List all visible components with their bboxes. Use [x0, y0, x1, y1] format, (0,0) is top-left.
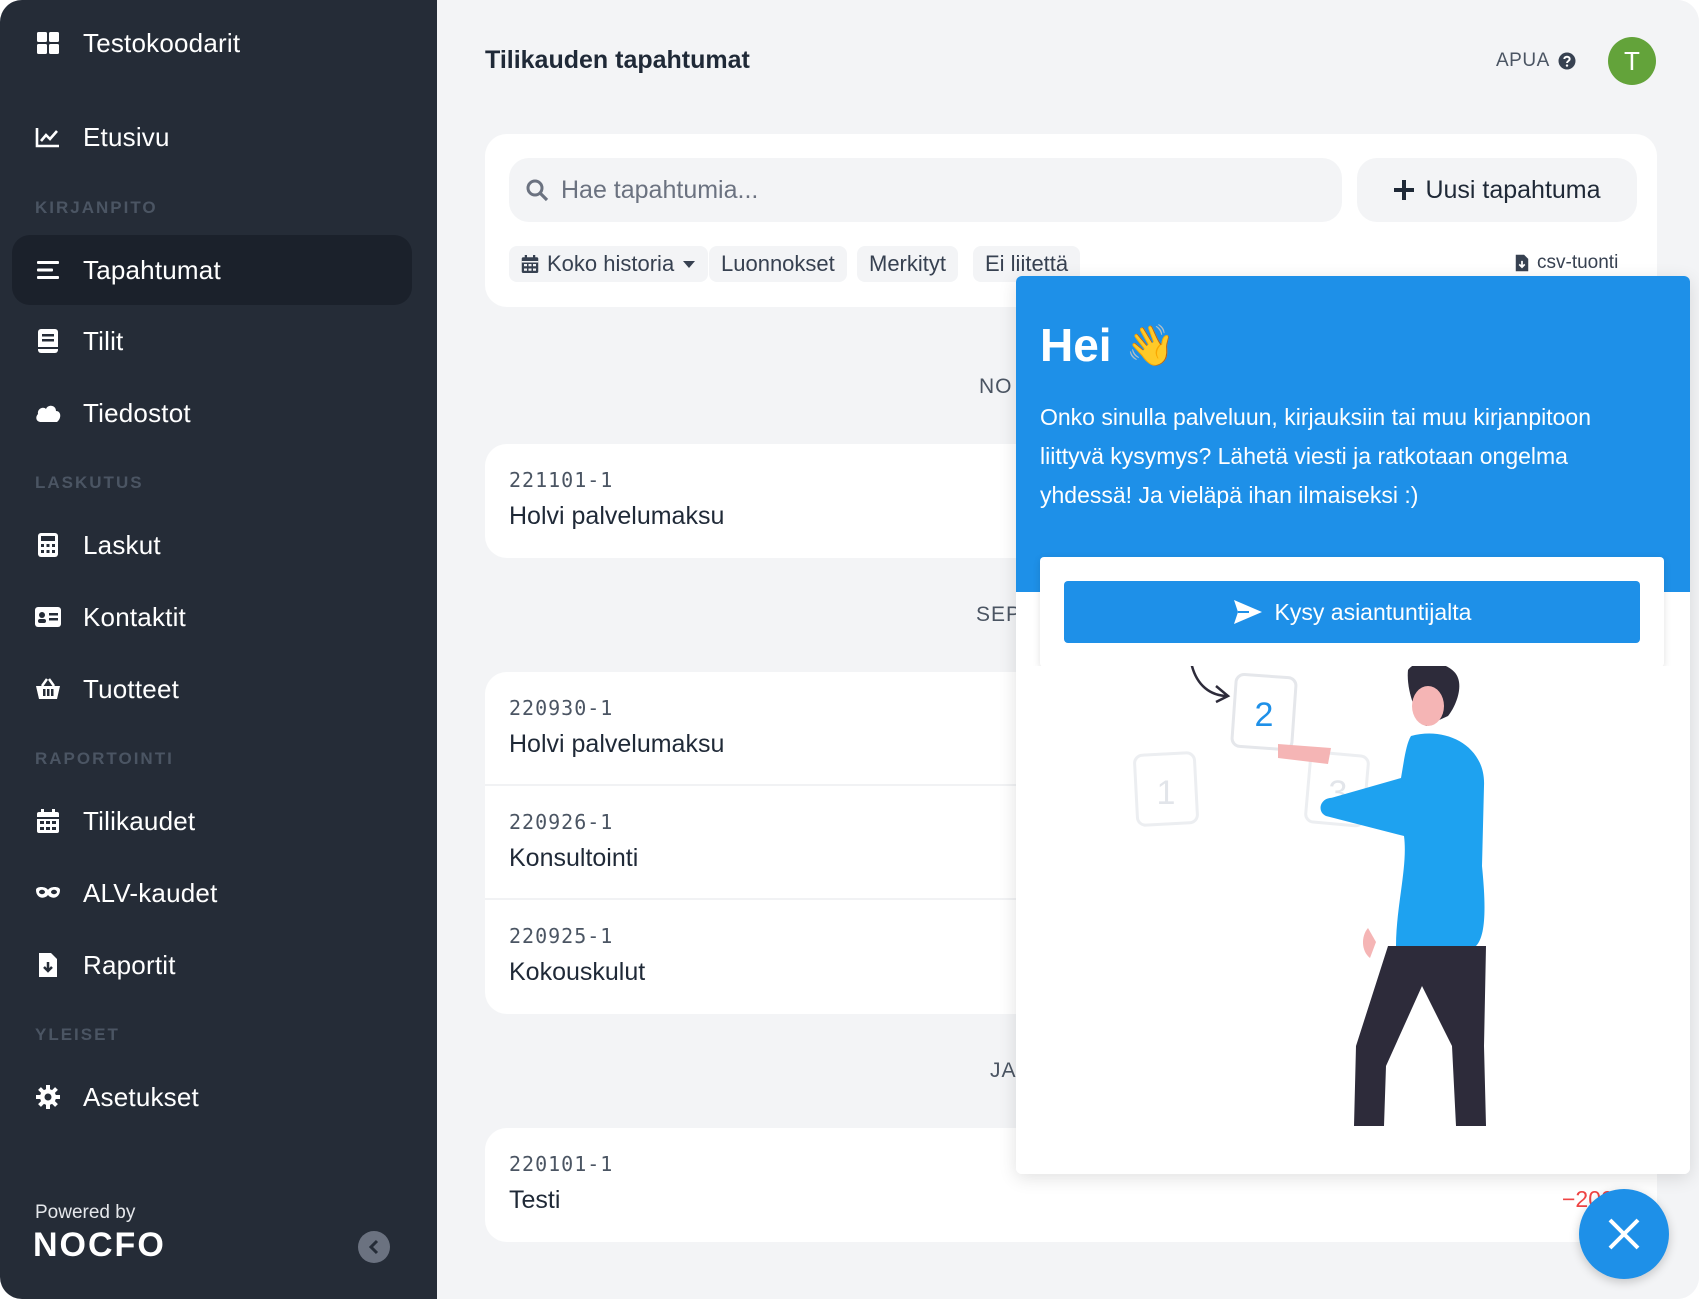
waving-hand-icon: 👋: [1125, 323, 1176, 368]
sidebar-item-tiedostot[interactable]: Tiedostot: [12, 378, 412, 448]
basket-icon: [34, 675, 62, 703]
transaction-code: 220925-1: [509, 924, 614, 948]
ask-expert-button[interactable]: Kysy asiantuntijalta: [1064, 581, 1640, 643]
mask-icon: [34, 879, 62, 907]
powered-by-label: Powered by: [35, 1202, 136, 1223]
send-icon: [1233, 600, 1262, 624]
sidebar-item-label: Raportit: [83, 949, 176, 980]
sidebar-item-label: Tilit: [83, 325, 124, 356]
support-illustration: 1 3 2: [1016, 661, 1690, 1174]
sidebar-item-label: Etusivu: [83, 121, 170, 152]
transaction-code: 220101-1: [509, 1152, 614, 1176]
gear-icon: [34, 1083, 62, 1111]
search-placeholder: Hae tapahtumia...: [561, 175, 759, 204]
section-raportointi: RAPORTOINTI: [35, 749, 174, 768]
search-input[interactable]: Hae tapahtumia...: [509, 158, 1342, 222]
app-frame: Testokoodarit Etusivu KIRJANPITO Tapahtu…: [0, 0, 1699, 1299]
calculator-icon: [34, 531, 62, 559]
sidebar-item-label: Tuotteet: [83, 673, 180, 704]
sidebar-item-alv-kaudet[interactable]: ALV-kaudet: [12, 858, 412, 928]
grid-icon: [34, 29, 62, 57]
new-transaction-label: Uusi tapahtuma: [1425, 175, 1601, 204]
page-title: Tilikauden tapahtumat: [485, 46, 750, 74]
csv-import-label: csv-tuonti: [1537, 252, 1619, 273]
chat-title-text: Hei: [1040, 319, 1112, 371]
svg-text:1: 1: [1157, 774, 1176, 812]
close-icon: [1608, 1218, 1640, 1250]
file-import-icon: [1515, 254, 1529, 272]
chart-line-icon: [34, 123, 62, 151]
calendar-icon: [521, 255, 539, 273]
chat-message: Onko sinulla palveluun, kirjauksiin tai …: [1040, 404, 1592, 508]
address-card-icon: [34, 603, 62, 631]
sidebar: Testokoodarit Etusivu KIRJANPITO Tapahtu…: [0, 0, 437, 1299]
chat-action-box: Kysy asiantuntijalta: [1040, 557, 1664, 667]
org-name: Testokoodarit: [83, 27, 241, 58]
collapse-sidebar-button[interactable]: [358, 1231, 390, 1263]
sidebar-item-etusivu[interactable]: Etusivu: [12, 102, 412, 172]
section-yleiset: YLEISET: [35, 1025, 120, 1044]
transaction-description: Holvi palvelumaksu: [509, 502, 725, 530]
transaction-code: 221101-1: [509, 468, 614, 492]
sidebar-item-label: Tilikaudet: [83, 805, 196, 836]
transaction-description: Kokouskulut: [509, 958, 646, 986]
chat-header: Hei 👋 Onko sinulla palveluun, kirjauksii…: [1016, 276, 1690, 592]
filter-luonnokset[interactable]: Luonnokset: [709, 246, 847, 282]
calendar-icon: [34, 807, 62, 835]
sidebar-item-tilit[interactable]: Tilit: [12, 306, 412, 376]
search-icon: [526, 179, 549, 202]
ask-expert-label: Kysy asiantuntijalta: [1274, 598, 1472, 625]
section-kirjanpito: KIRJANPITO: [35, 198, 158, 217]
close-chat-button[interactable]: [1579, 1189, 1669, 1279]
sidebar-item-laskut[interactable]: Laskut: [12, 510, 412, 580]
new-transaction-button[interactable]: Uusi tapahtuma: [1357, 158, 1637, 222]
chat-title: Hei 👋: [1040, 318, 1175, 372]
caret-down-icon: [683, 261, 696, 268]
sidebar-item-label: Asetukset: [83, 1081, 199, 1112]
avatar[interactable]: T: [1608, 37, 1656, 85]
section-laskutus: LASKUTUS: [35, 473, 144, 492]
sidebar-item-tapahtumat[interactable]: Tapahtumat: [12, 235, 412, 305]
transaction-description: Testi: [509, 1186, 561, 1214]
csv-import-link[interactable]: csv-tuonti: [1515, 252, 1618, 274]
sidebar-item-label: Kontaktit: [83, 601, 186, 632]
plus-icon: [1394, 180, 1415, 200]
filter-history-label: Koko historia: [547, 251, 675, 276]
sidebar-item-tuotteet[interactable]: Tuotteet: [12, 654, 412, 724]
sidebar-item-label: ALV-kaudet: [83, 877, 218, 908]
book-icon: [34, 327, 62, 355]
sidebar-item-kontaktit[interactable]: Kontaktit: [12, 582, 412, 652]
transaction-description: Holvi palvelumaksu: [509, 730, 725, 758]
sidebar-item-asetukset[interactable]: Asetukset: [12, 1062, 412, 1132]
list-icon: [34, 256, 62, 284]
file-download-icon: [34, 951, 62, 979]
svg-text:2: 2: [1255, 696, 1274, 734]
filter-merkityt[interactable]: Merkityt: [857, 246, 958, 282]
transaction-code: 220926-1: [509, 810, 614, 834]
chevron-left-icon: [368, 1239, 379, 1255]
chat-widget: Hei 👋 Onko sinulla palveluun, kirjauksii…: [1016, 276, 1690, 1174]
brand-logo: NOCFO: [33, 1226, 166, 1264]
question-circle-icon: [1558, 52, 1576, 70]
sidebar-item-label: Laskut: [83, 529, 161, 560]
org-switcher[interactable]: Testokoodarit: [12, 8, 412, 78]
month-header: NO: [979, 375, 1013, 398]
sidebar-item-label: Tapahtumat: [83, 254, 221, 285]
help-label: APUA: [1496, 50, 1550, 71]
sidebar-item-tilikaudet[interactable]: Tilikaudet: [12, 786, 412, 856]
sidebar-item-label: Tiedostot: [83, 397, 191, 428]
month-header: SEP: [976, 603, 1022, 626]
transaction-description: Konsultointi: [509, 844, 639, 872]
transaction-code: 220930-1: [509, 696, 614, 720]
month-header: JA: [990, 1059, 1017, 1082]
filter-history-dropdown[interactable]: Koko historia: [509, 246, 709, 282]
cloud-icon: [34, 399, 62, 427]
sidebar-item-raportit[interactable]: Raportit: [12, 930, 412, 1000]
help-link[interactable]: APUA: [1496, 50, 1576, 72]
